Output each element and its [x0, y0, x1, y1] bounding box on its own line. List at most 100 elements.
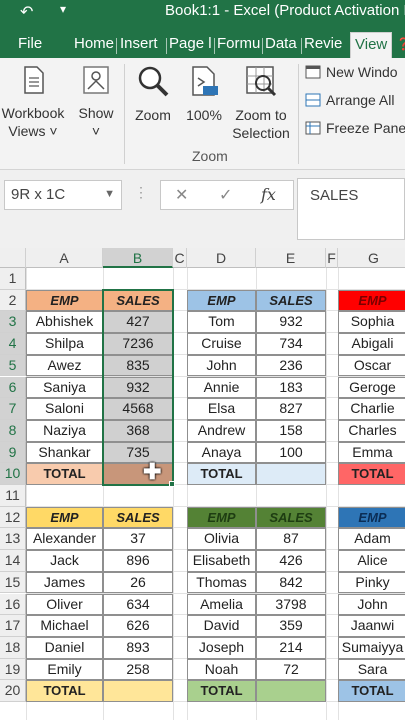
- table-cell-sales[interactable]: 426: [256, 550, 326, 572]
- table-header-emp[interactable]: EMP: [187, 289, 256, 312]
- row-header-8[interactable]: 8: [0, 419, 26, 442]
- table-cell-sales[interactable]: 827: [256, 398, 326, 420]
- table-cell-sales[interactable]: 368: [103, 419, 173, 442]
- table-total-value[interactable]: [103, 680, 173, 702]
- row-header-10[interactable]: 10: [0, 463, 26, 485]
- quick-access-caret-icon[interactable]: ▾: [60, 2, 66, 16]
- table-cell-sales[interactable]: 626: [103, 615, 173, 637]
- table-header-emp[interactable]: EMP: [26, 506, 103, 529]
- table-cell-name[interactable]: Geroge: [338, 376, 405, 399]
- row-header-20[interactable]: 20: [0, 680, 26, 702]
- column-header-b[interactable]: B: [103, 248, 173, 268]
- table-cell-name[interactable]: Thomas: [187, 571, 256, 594]
- table-cell-name[interactable]: Elsa: [187, 398, 256, 420]
- tab-page-layout[interactable]: Page l: [169, 32, 213, 58]
- table-cell-name[interactable]: Charlie: [338, 398, 405, 420]
- freeze-panes-button[interactable]: Freeze Pane: [304, 120, 405, 136]
- zoom-to-selection-button[interactable]: Zoom to Selection: [228, 64, 294, 142]
- table-cell-sales[interactable]: 634: [103, 593, 173, 616]
- table-cell-name[interactable]: Charles: [338, 419, 405, 442]
- column-header-c[interactable]: C: [173, 248, 187, 268]
- select-all-corner[interactable]: [0, 248, 26, 268]
- row-header-18[interactable]: 18: [0, 636, 26, 659]
- table-cell-name[interactable]: Pinky: [338, 571, 405, 594]
- zoom-button[interactable]: Zoom: [130, 64, 176, 124]
- name-box-dropdown-icon[interactable]: ▼: [104, 188, 115, 200]
- help-icon[interactable]: ❓: [396, 32, 405, 58]
- table-total-label[interactable]: TOTAL: [187, 463, 256, 485]
- table-header-sales[interactable]: SALES: [256, 506, 326, 529]
- table-cell-name[interactable]: Jaanwi: [338, 615, 405, 637]
- table-cell-name[interactable]: Naziya: [26, 419, 103, 442]
- table-cell-name[interactable]: Sara: [338, 658, 405, 681]
- row-header-1[interactable]: 1: [0, 268, 26, 290]
- zoom-100-button[interactable]: 100%: [182, 64, 226, 124]
- formula-input[interactable]: SALES: [297, 178, 405, 240]
- table-cell-name[interactable]: Shankar: [26, 441, 103, 464]
- table-cell-sales[interactable]: 158: [256, 419, 326, 442]
- table-cell-name[interactable]: Daniel: [26, 636, 103, 659]
- table-cell-sales[interactable]: 734: [256, 333, 326, 355]
- table-cell-sales[interactable]: 735: [103, 441, 173, 464]
- table-cell-name[interactable]: Oliver: [26, 593, 103, 616]
- table-header-emp[interactable]: EMP: [338, 506, 405, 529]
- table-cell-name[interactable]: Emma: [338, 441, 405, 464]
- table-cell-name[interactable]: Saniya: [26, 376, 103, 399]
- table-cell-sales[interactable]: 26: [103, 571, 173, 594]
- table-header-emp[interactable]: EMP: [187, 506, 256, 529]
- table-header-sales[interactable]: SALES: [103, 506, 173, 529]
- row-header-15[interactable]: 15: [0, 571, 26, 594]
- table-cell-name[interactable]: Abhishek: [26, 311, 103, 334]
- table-cell-sales[interactable]: 359: [256, 615, 326, 637]
- row-header-6[interactable]: 6: [0, 376, 26, 399]
- table-cell-name[interactable]: Abigali: [338, 333, 405, 355]
- column-header-e[interactable]: E: [256, 248, 326, 268]
- table-total-label[interactable]: TOTAL: [338, 463, 405, 485]
- row-header-14[interactable]: 14: [0, 550, 26, 572]
- table-cell-name[interactable]: David: [187, 615, 256, 637]
- table-cell-name[interactable]: Amelia: [187, 593, 256, 616]
- table-cell-sales[interactable]: 3798: [256, 593, 326, 616]
- new-window-button[interactable]: New Windo: [304, 64, 398, 80]
- table-total-label[interactable]: TOTAL: [26, 680, 103, 702]
- table-cell-name[interactable]: Tom: [187, 311, 256, 334]
- row-header-11[interactable]: 11: [0, 485, 26, 507]
- tab-review[interactable]: Revie: [304, 32, 348, 58]
- table-cell-sales[interactable]: 835: [103, 354, 173, 377]
- table-cell-name[interactable]: Joseph: [187, 636, 256, 659]
- column-header-g[interactable]: G: [338, 248, 405, 268]
- tab-data[interactable]: Data: [265, 32, 299, 58]
- table-cell-name[interactable]: John: [338, 593, 405, 616]
- table-total-label[interactable]: TOTAL: [338, 680, 405, 702]
- table-cell-sales[interactable]: 893: [103, 636, 173, 659]
- table-cell-name[interactable]: Awez: [26, 354, 103, 377]
- table-cell-name[interactable]: Emily: [26, 658, 103, 681]
- table-header-sales[interactable]: SALES: [103, 289, 173, 312]
- table-total-value[interactable]: [103, 463, 173, 485]
- table-cell-name[interactable]: Oscar: [338, 354, 405, 377]
- insert-function-icon[interactable]: fx: [261, 185, 276, 204]
- table-total-value[interactable]: [256, 463, 326, 485]
- column-header-f[interactable]: F: [326, 248, 338, 268]
- tab-view[interactable]: View: [350, 32, 393, 58]
- tab-file[interactable]: File: [18, 32, 42, 58]
- table-cell-name[interactable]: Alice: [338, 550, 405, 572]
- row-header-2[interactable]: 2: [0, 289, 26, 312]
- table-cell-sales[interactable]: 236: [256, 354, 326, 377]
- table-cell-sales[interactable]: 100: [256, 441, 326, 464]
- row-header-17[interactable]: 17: [0, 615, 26, 637]
- table-cell-sales[interactable]: 842: [256, 571, 326, 594]
- table-cell-name[interactable]: Sophia: [338, 311, 405, 334]
- table-header-emp[interactable]: EMP: [338, 289, 405, 312]
- cancel-icon[interactable]: ✕: [175, 185, 188, 205]
- table-cell-name[interactable]: Anaya: [187, 441, 256, 464]
- table-total-label[interactable]: TOTAL: [187, 680, 256, 702]
- row-header-13[interactable]: 13: [0, 528, 26, 551]
- table-cell-name[interactable]: James: [26, 571, 103, 594]
- table-cell-sales[interactable]: 87: [256, 528, 326, 551]
- arrange-all-button[interactable]: Arrange All: [304, 92, 394, 108]
- column-header-a[interactable]: A: [26, 248, 103, 268]
- table-cell-sales[interactable]: 427: [103, 311, 173, 334]
- table-cell-sales[interactable]: 896: [103, 550, 173, 572]
- worksheet-grid[interactable]: ABCDEFG 1 2 3 4 5 6 7 8 9 10 11 12 13 14 15 16 17 18 19 20 E…: [0, 248, 405, 720]
